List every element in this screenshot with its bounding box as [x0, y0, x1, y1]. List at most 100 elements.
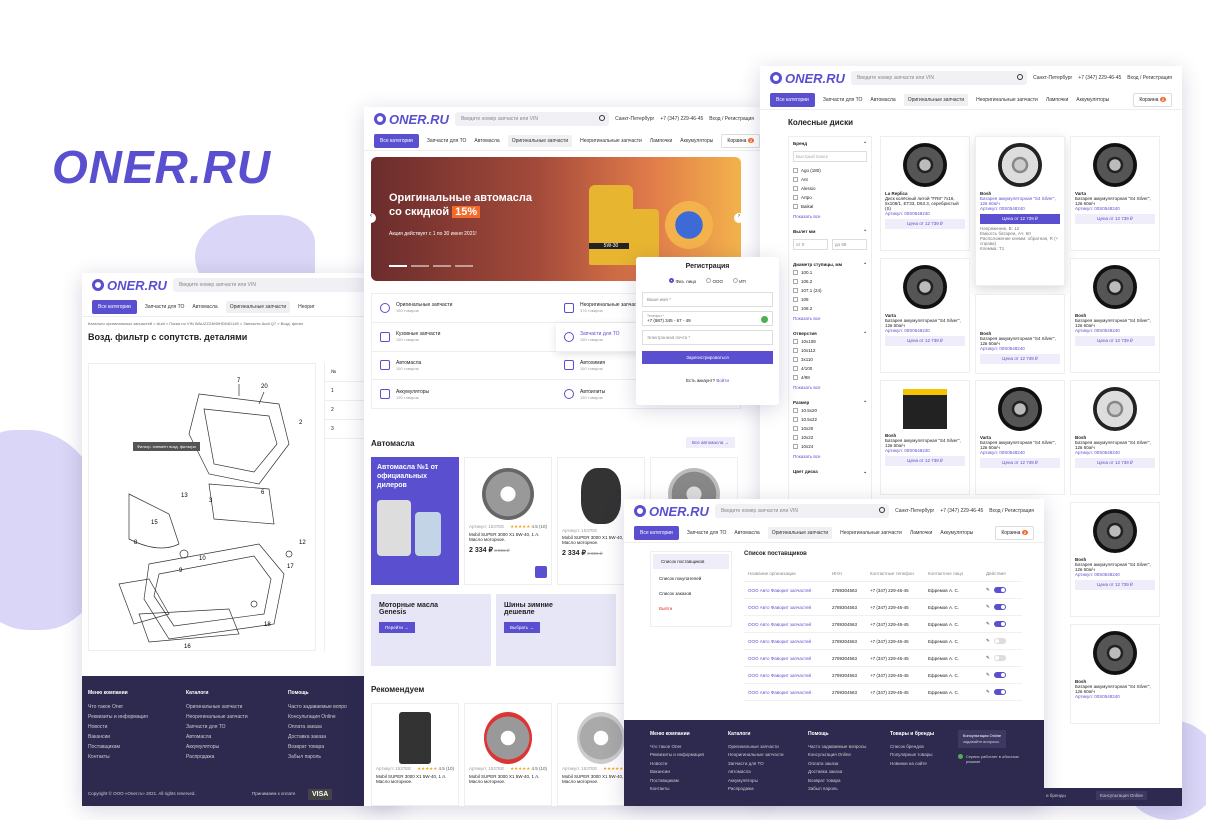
search-icon[interactable] [879, 507, 886, 513]
filter-option[interactable]: Baikal [793, 202, 867, 211]
footer-link[interactable]: Консультация Online [808, 751, 866, 760]
footer-link[interactable]: Новости [88, 722, 148, 732]
carousel-dots[interactable] [389, 265, 473, 267]
phone-link[interactable]: +7 (347) 229-46-45 [660, 116, 703, 122]
nav-item[interactable]: Лампочки [910, 530, 932, 536]
filter-title[interactable]: Цвет диска ⌄ [793, 469, 867, 475]
footer-link[interactable]: Запчасти для ТО [186, 722, 248, 732]
category-item[interactable]: Автомасла 150 товаров [372, 352, 556, 381]
nav-item[interactable]: Оригинальные запчасти [225, 300, 291, 313]
footer-link[interactable]: Консультация Online [288, 712, 347, 722]
product-card[interactable]: Bosh Батарея аккумуляторная "S4 Silver",… [1070, 624, 1160, 724]
filter-option[interactable]: 3x110 [793, 355, 867, 364]
product-card[interactable]: La Replica Диск колёсный литой "FR8" 7x1… [880, 136, 970, 251]
login-link[interactable]: Вход / Регистрация [989, 508, 1034, 514]
category-item[interactable]: Аккумуляторы 150 товаров [372, 380, 556, 408]
table-row[interactable]: ООО Авто Фаворит запчастей 2789304563 +7 (… [744, 650, 1022, 667]
edit-icon[interactable]: ✎ [986, 689, 990, 695]
footer-link[interactable]: Забыл пароль [288, 752, 347, 762]
toggle-switch[interactable] [993, 689, 1006, 695]
consult-button[interactable]: Консультация Online [1096, 791, 1147, 800]
footer-link[interactable]: Возврат товара [288, 742, 347, 752]
product-card[interactable]: Bosh Батарея аккумуляторная "S4 Silver",… [1070, 502, 1160, 617]
product-card[interactable]: Bosh Батарея аккумуляторная "S4 Silver",… [1070, 258, 1160, 373]
nav-item[interactable]: Запчасти для ТО [145, 304, 185, 310]
footer-link[interactable]: Что такое Oner [650, 743, 704, 752]
filter-option[interactable]: 10x24 [793, 442, 867, 451]
nav-item[interactable]: Автомасла [474, 138, 499, 144]
logout-button[interactable]: Выйти [651, 601, 731, 616]
filter-option[interactable]: 10x20 [793, 424, 867, 433]
promo-card[interactable]: Автомасла №1 от официальных дилеров [371, 457, 459, 585]
footer-link[interactable]: Контакты [88, 752, 148, 762]
edit-icon[interactable]: ✎ [986, 604, 990, 610]
nav-item[interactable]: Автомасла [870, 97, 895, 103]
search-input[interactable]: Введите номер запчасти или VIN [172, 278, 392, 292]
toggle-switch[interactable] [993, 587, 1006, 593]
promo-genesis[interactable]: Моторные масла Genesis Перейти → [371, 594, 491, 666]
product-card[interactable]: Bosh Батарея аккумуляторная "S4 Silver",… [880, 380, 970, 495]
footer-link[interactable]: Доставка заказа [808, 768, 866, 777]
show-all-link[interactable]: Показать все [793, 214, 867, 219]
product-card[interactable]: Varta Батарея аккумуляторная "S4 Silver"… [880, 258, 970, 373]
footer-link[interactable]: Распродажа [728, 785, 784, 794]
cart-button[interactable]: Корзина 2 [1133, 92, 1172, 107]
filter-option[interactable]: 108.2 [793, 304, 867, 313]
footer-link[interactable]: Часто задаваемые вопросы [808, 743, 866, 752]
footer-link[interactable]: Распродажа [186, 752, 248, 762]
edit-icon[interactable]: ✎ [986, 587, 990, 593]
filter-option[interactable]: Artpo [793, 193, 867, 202]
register-button[interactable]: Зарегистрироваться [642, 351, 773, 364]
footer-link[interactable]: Список брендов [890, 743, 934, 752]
product-card[interactable]: Bosh Батарея аккумуляторная "S4 Silver",… [1070, 380, 1160, 495]
search-icon[interactable] [599, 115, 606, 121]
footer-link[interactable]: Запчасти для ТО [728, 760, 784, 769]
nav-item[interactable]: Неоригинальные запчасти [840, 530, 902, 536]
nav-item[interactable]: Запчасти для ТО [823, 97, 863, 103]
cart-button[interactable]: Корзина 2 [721, 133, 761, 148]
phone-field[interactable]: Телефон * +7 (987) 345 - 67 - 49 [642, 311, 773, 326]
all-categories-button[interactable]: Все категории [770, 92, 815, 107]
table-row[interactable]: ООО Авто Фаворит запчастей 2789304563 +7 (… [744, 616, 1022, 633]
nav-item[interactable]: Лампочки [1046, 97, 1068, 103]
login-link[interactable]: Войти [716, 378, 729, 383]
search-input[interactable]: Введите номер запчасти или VIN [850, 71, 1028, 85]
promo-tires[interactable]: Шины зимние дешевле Выбрать → [496, 594, 616, 666]
nav-item[interactable]: Оригинальные запчасти [507, 134, 573, 147]
nav-item[interactable]: Запчасти для ТО [427, 138, 467, 144]
edit-icon[interactable]: ✎ [986, 655, 990, 661]
filter-option[interactable]: 10.5x20 [793, 406, 867, 415]
all-categories-button[interactable]: Все категории [634, 525, 679, 540]
carousel-prev-icon[interactable]: ‹ [366, 213, 376, 223]
nav-item[interactable]: Запчасти для ТО [687, 530, 727, 536]
filter-option[interactable]: 10x22 [793, 433, 867, 442]
footer-link[interactable]: Реквизиты и информация [88, 712, 148, 722]
footer-link[interactable]: Доставка заказа [288, 732, 347, 742]
search-icon[interactable] [1017, 74, 1024, 80]
all-oils-button[interactable]: Все автомасла → [686, 437, 736, 448]
product-card[interactable]: Varta Батарея аккумуляторная "S4 Silver"… [975, 380, 1065, 495]
toggle-switch[interactable] [993, 672, 1006, 678]
phone-link[interactable]: +7 (347) 229-46-45 [940, 508, 983, 514]
table-row[interactable]: ООО Авто Фаворит запчастей 2789304563 +7 (… [744, 667, 1022, 684]
filter-option[interactable]: 10x112 [793, 346, 867, 355]
show-all-link[interactable]: Показать все [793, 385, 867, 390]
filter-option[interactable]: 100.1 [793, 268, 867, 277]
nav-item[interactable]: Оригинальные запчасти [767, 526, 833, 539]
footer-link[interactable]: Поставщикам [88, 742, 148, 752]
toggle-switch[interactable] [993, 655, 1006, 661]
filter-option[interactable]: 4/100 [793, 364, 867, 373]
edit-icon[interactable]: ✎ [986, 621, 990, 627]
email-field[interactable]: Электронная почта * [642, 330, 773, 345]
cart-button[interactable]: Корзина 2 [995, 525, 1034, 540]
nav-item[interactable]: Аккумуляторы [1076, 97, 1109, 103]
footer-link[interactable]: Оригинальные запчасти [186, 702, 248, 712]
product-card[interactable]: Артикул: 1537EE★★★★★ 4.5 (10) Mobil SUPE… [464, 703, 552, 806]
user-type-radio[interactable]: Физ. лицо ООО ИП [642, 278, 773, 284]
footer-link[interactable]: Новости [650, 760, 704, 769]
logo[interactable]: ONER.RU [374, 112, 449, 127]
menu-item-buyers[interactable]: Список покупателей [651, 571, 731, 586]
category-item[interactable]: Кузовные запчасти 150 товаров [372, 323, 556, 352]
footer-link[interactable]: Неоригинальные запчасти [728, 751, 784, 760]
all-categories-button[interactable]: Все категории [92, 299, 137, 314]
